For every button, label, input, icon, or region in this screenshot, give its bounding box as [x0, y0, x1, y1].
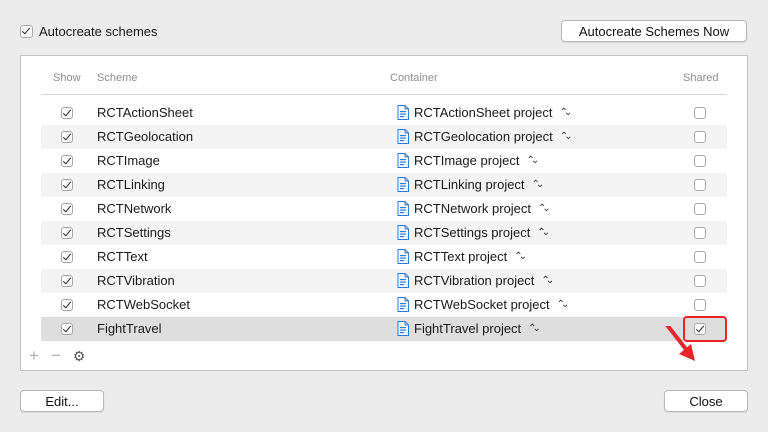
up-down-chevron-icon: ⌃⌄ — [538, 203, 551, 214]
up-down-chevron-icon: ⌃⌄ — [559, 107, 573, 118]
container-label: RCTGeolocation project — [414, 129, 553, 144]
container-label: RCTActionSheet project — [414, 105, 553, 120]
container-popup[interactable]: RCTNetwork project ⌃⌄ — [397, 201, 551, 216]
xcode-project-icon — [397, 249, 409, 264]
container-label: RCTNetwork project — [414, 201, 532, 216]
table-row[interactable]: RCTActionSheet RCTActionSheet project ⌃⌄ — [41, 101, 727, 125]
up-down-chevron-icon: ⌃⌄ — [556, 299, 570, 310]
table-row[interactable]: FightTravel FightTravel project ⌃⌄ — [41, 317, 727, 341]
table-toolbar: + − ⚙ — [29, 346, 85, 366]
container-popup[interactable]: RCTActionSheet project ⌃⌄ — [397, 105, 573, 120]
container-label: RCTLinking project — [414, 177, 525, 192]
container-popup[interactable]: RCTGeolocation project ⌃⌄ — [397, 129, 573, 144]
up-down-chevron-icon: ⌃⌄ — [537, 227, 550, 238]
scheme-name: RCTText — [97, 249, 148, 264]
show-checkbox[interactable] — [61, 275, 73, 287]
up-down-chevron-icon: ⌃⌄ — [559, 131, 573, 142]
shared-checkbox[interactable] — [694, 275, 706, 287]
show-checkbox[interactable] — [61, 323, 73, 335]
shared-checkbox[interactable] — [694, 251, 706, 263]
remove-scheme-icon[interactable]: − — [51, 346, 61, 366]
container-popup[interactable]: RCTSettings project ⌃⌄ — [397, 225, 550, 240]
shared-checkbox[interactable] — [694, 131, 706, 143]
xcode-project-icon — [397, 321, 409, 336]
column-header-container[interactable]: Container — [390, 72, 438, 84]
container-label: RCTText project — [414, 249, 508, 264]
shared-checkbox[interactable] — [694, 155, 706, 167]
scheme-name: FightTravel — [97, 321, 162, 336]
schemes-table: RCTActionSheet RCTActionSheet project ⌃⌄ RC… — [41, 101, 727, 341]
container-popup[interactable]: RCTWebSocket project ⌃⌄ — [397, 297, 570, 312]
xcode-project-icon — [397, 297, 409, 312]
shared-checkbox[interactable] — [694, 203, 706, 215]
column-header-shared[interactable]: Shared — [683, 72, 718, 84]
up-down-chevron-icon: ⌃⌄ — [526, 155, 539, 166]
table-row[interactable]: RCTVibration RCTVibration project ⌃⌄ — [41, 269, 727, 293]
column-header-scheme[interactable]: Scheme — [97, 72, 137, 84]
xcode-project-icon — [397, 177, 409, 192]
up-down-chevron-icon: ⌃⌄ — [541, 275, 554, 286]
xcode-project-icon — [397, 273, 409, 288]
up-down-chevron-icon: ⌃⌄ — [528, 323, 541, 334]
container-popup[interactable]: RCTImage project ⌃⌄ — [397, 153, 539, 168]
close-button[interactable]: Close — [664, 390, 748, 412]
scheme-name: RCTLinking — [97, 177, 165, 192]
table-row[interactable]: RCTSettings RCTSettings project ⌃⌄ — [41, 221, 727, 245]
shared-checkbox[interactable] — [694, 299, 706, 311]
container-label: FightTravel project — [414, 321, 522, 336]
xcode-project-icon — [397, 225, 409, 240]
show-checkbox[interactable] — [61, 155, 73, 167]
xcode-project-icon — [397, 129, 409, 144]
xcode-project-icon — [397, 105, 409, 120]
container-label: RCTImage project — [414, 153, 520, 168]
show-checkbox[interactable] — [61, 179, 73, 191]
scheme-name: RCTImage — [97, 153, 160, 168]
xcode-project-icon — [397, 153, 409, 168]
autocreate-label: Autocreate schemes — [39, 24, 158, 39]
table-row[interactable]: RCTImage RCTImage project ⌃⌄ — [41, 149, 727, 173]
scheme-name: RCTVibration — [97, 273, 175, 288]
xcode-project-icon — [397, 201, 409, 216]
container-popup[interactable]: RCTText project ⌃⌄ — [397, 249, 527, 264]
table-row[interactable]: RCTNetwork RCTNetwork project ⌃⌄ — [41, 197, 727, 221]
shared-checkbox[interactable] — [694, 107, 706, 119]
header-divider — [41, 94, 727, 95]
table-row[interactable]: RCTLinking RCTLinking project ⌃⌄ — [41, 173, 727, 197]
container-popup[interactable]: RCTLinking project ⌃⌄ — [397, 177, 545, 192]
scheme-name: RCTGeolocation — [97, 129, 194, 144]
show-checkbox[interactable] — [61, 227, 73, 239]
scheme-name: RCTSettings — [97, 225, 171, 240]
show-checkbox[interactable] — [61, 299, 73, 311]
table-row[interactable]: RCTGeolocation RCTGeolocation project ⌃⌄ — [41, 125, 727, 149]
column-header-show[interactable]: Show — [53, 72, 81, 84]
container-label: RCTVibration project — [414, 273, 535, 288]
container-label: RCTSettings project — [414, 225, 531, 240]
table-header: Show Scheme Container Shared — [21, 72, 747, 88]
shared-checkbox[interactable] — [694, 179, 706, 191]
red-arrow-annotation — [665, 326, 695, 361]
scheme-name: RCTActionSheet — [97, 105, 193, 120]
edit-button[interactable]: Edit... — [20, 390, 104, 412]
up-down-chevron-icon: ⌃⌄ — [531, 179, 545, 190]
container-label: RCTWebSocket project — [414, 297, 550, 312]
gear-icon[interactable]: ⚙ — [73, 348, 86, 365]
scheme-name: RCTWebSocket — [97, 297, 190, 312]
show-checkbox[interactable] — [61, 107, 73, 119]
autocreate-schemes-now-button[interactable]: Autocreate Schemes Now — [561, 20, 747, 42]
table-row[interactable]: RCTText RCTText project ⌃⌄ — [41, 245, 727, 269]
autocreate-schemes-checkbox[interactable]: Autocreate schemes — [20, 24, 158, 39]
container-popup[interactable]: FightTravel project ⌃⌄ — [397, 321, 541, 336]
scheme-name: RCTNetwork — [97, 201, 172, 216]
show-checkbox[interactable] — [61, 203, 73, 215]
autocreate-checkbox-box[interactable] — [20, 25, 33, 38]
table-row[interactable]: RCTWebSocket RCTWebSocket project ⌃⌄ — [41, 293, 727, 317]
add-scheme-icon[interactable]: + — [29, 346, 39, 366]
shared-checkbox[interactable] — [694, 227, 706, 239]
up-down-chevron-icon: ⌃⌄ — [514, 251, 527, 262]
show-checkbox[interactable] — [61, 251, 73, 263]
show-checkbox[interactable] — [61, 131, 73, 143]
schemes-panel: Show Scheme Container Shared RCTActionSh… — [20, 55, 748, 371]
container-popup[interactable]: RCTVibration project ⌃⌄ — [397, 273, 554, 288]
